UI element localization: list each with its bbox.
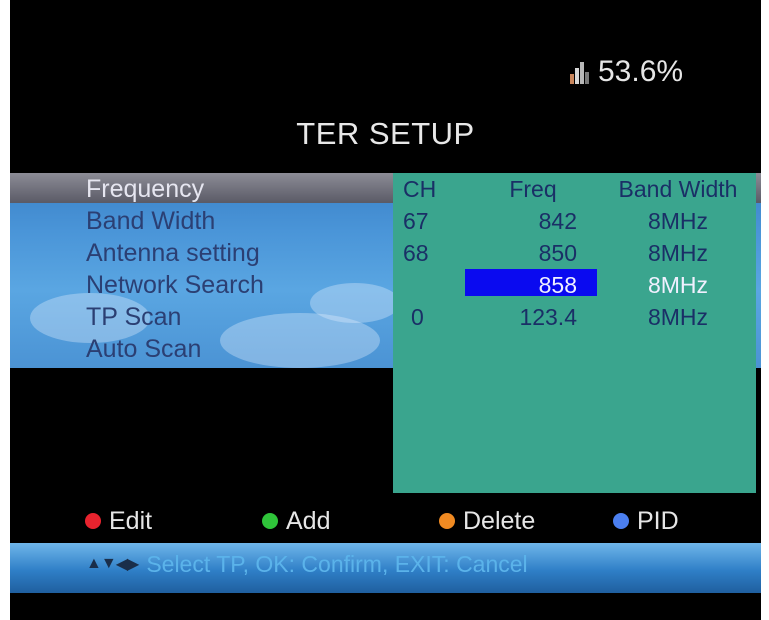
legend-add-label: Add — [286, 506, 331, 535]
cell-ch: 67 — [403, 208, 429, 234]
menu-item-band-width[interactable]: Band Width — [86, 205, 264, 237]
column-header-freq: Freq — [509, 176, 557, 202]
cell-freq: 858 — [538, 272, 577, 298]
help-hint: ▲ ▼ ◀ ▶ Select TP, OK: Confirm, EXIT: Ca… — [86, 547, 528, 581]
table-header: CH Freq Band Width — [393, 173, 756, 205]
legend-add[interactable]: Add — [262, 505, 330, 537]
arrow-down-icon: ▼ — [100, 555, 117, 572]
menu-item-network-search[interactable]: Network Search — [86, 269, 264, 301]
arrow-up-icon: ▲ — [86, 555, 102, 572]
legend-delete-label: Delete — [463, 506, 536, 535]
menu-item-antenna-setting[interactable]: Antenna setting — [86, 237, 264, 269]
cell-ch: 68 — [403, 240, 429, 266]
column-header-band-width: Band Width — [618, 176, 738, 202]
column-header-ch: CH — [403, 176, 437, 202]
setup-menu: Frequency Band Width Antenna setting Net… — [86, 173, 264, 365]
cell-freq: 123.4 — [519, 304, 577, 330]
signal-percent: 53.6% — [598, 55, 684, 88]
tv-screen: 53.6% TER SETUP Frequency Band Width Ant… — [10, 0, 761, 620]
signal-strength-icon — [570, 60, 592, 84]
cell-freq: 850 — [538, 240, 577, 266]
legend-delete[interactable]: Delete — [439, 505, 535, 537]
menu-item-tp-scan[interactable]: TP Scan — [86, 301, 264, 333]
page-title: TER SETUP — [296, 116, 475, 151]
legend-edit[interactable]: Edit — [85, 505, 152, 537]
arrow-right-icon: ▶ — [127, 556, 139, 573]
table-row[interactable]: 67 842 8MHz — [393, 205, 756, 237]
cell-band-width: 8MHz — [647, 208, 709, 234]
orange-dot-icon — [439, 513, 455, 529]
cell-band-width: 8MHz — [647, 304, 709, 330]
legend-pid[interactable]: PID — [613, 505, 679, 537]
menu-item-frequency[interactable]: Frequency — [86, 173, 264, 205]
legend-edit-label: Edit — [109, 506, 153, 535]
green-dot-icon — [262, 513, 278, 529]
cell-ch: 0 — [411, 304, 424, 330]
help-text: Select TP, OK: Confirm, EXIT: Cancel — [146, 550, 528, 577]
cell-band-width: 8MHz — [647, 272, 709, 298]
legend-pid-label: PID — [637, 506, 679, 535]
table-row-selected[interactable]: 858 8MHz — [393, 269, 756, 301]
blue-dot-icon — [613, 513, 629, 529]
menu-item-auto-scan[interactable]: Auto Scan — [86, 333, 264, 365]
red-dot-icon — [85, 513, 101, 529]
arrow-left-icon: ◀ — [115, 556, 128, 573]
cell-band-width: 8MHz — [647, 240, 709, 266]
table-row[interactable]: 68 850 8MHz — [393, 237, 756, 269]
signal-indicator: 53.6% — [570, 52, 683, 92]
navigation-arrows-icon: ▲ ▼ ◀ ▶ — [86, 554, 139, 574]
cell-freq: 842 — [538, 208, 577, 234]
transponder-table: CH Freq Band Width 67 842 8MHz 68 850 8M… — [393, 173, 756, 493]
table-row[interactable]: 0 123.4 8MHz — [393, 301, 756, 333]
